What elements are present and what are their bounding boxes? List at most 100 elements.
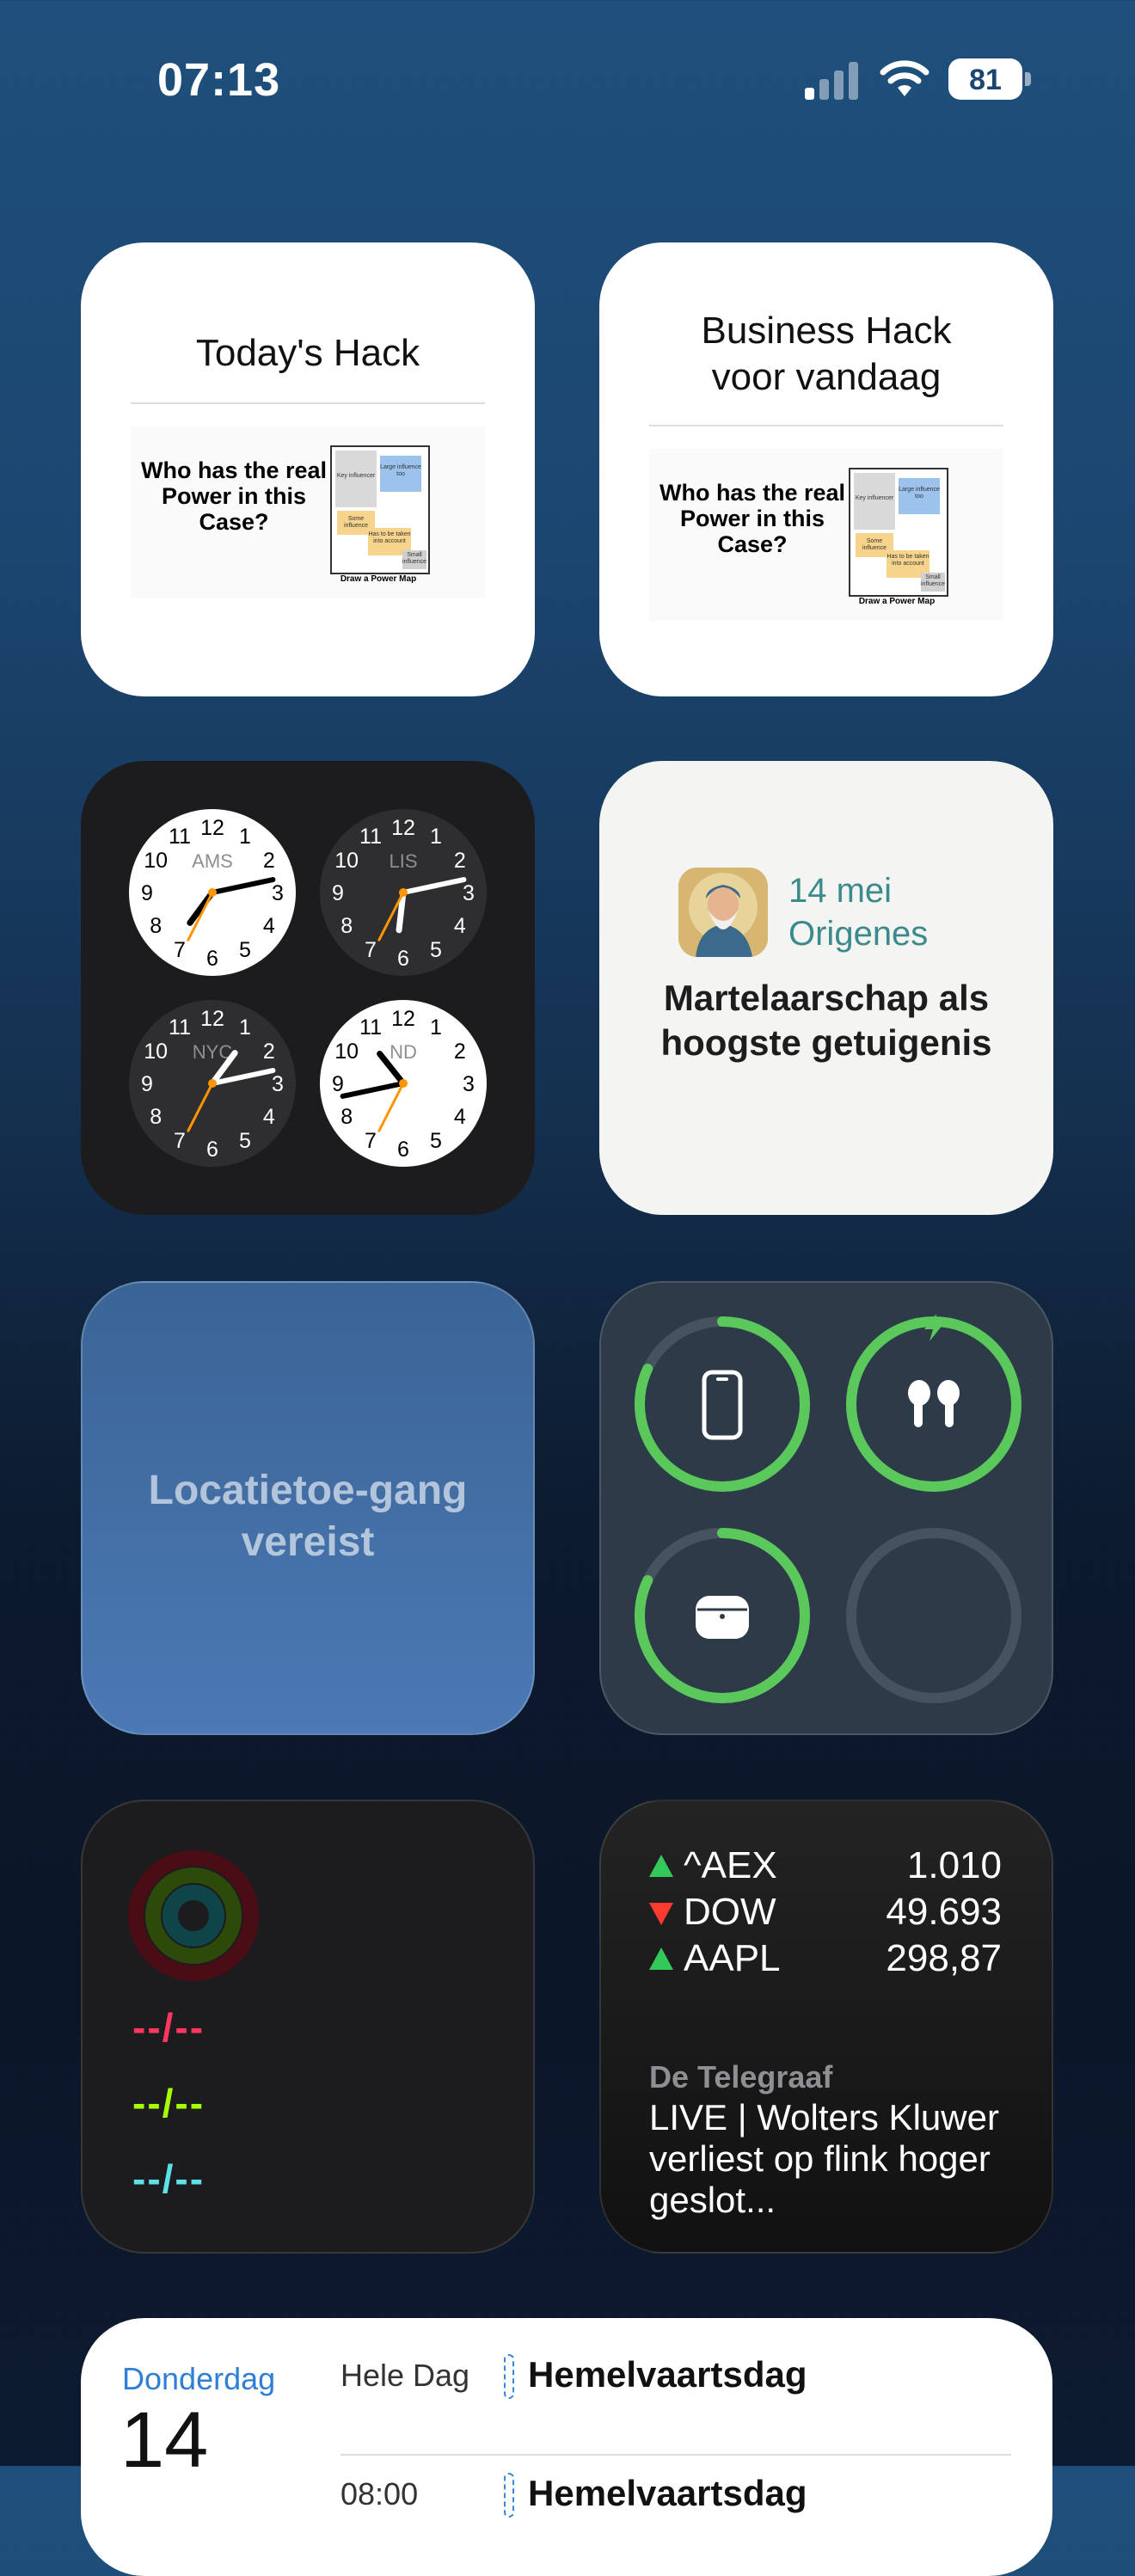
news-headline[interactable]: LIVE | Wolters Kluwer verliest op flink …	[649, 2097, 1017, 2221]
clock-nd: 1 2 3 4 5 6 7 8 9 10 11 12 ND	[320, 1000, 487, 1167]
svg-text:6: 6	[397, 1138, 409, 1162]
location-access-message: Locatietoe-gang vereist	[148, 1468, 468, 1565]
calendar-day-number: 14	[120, 2396, 209, 2484]
svg-text:4: 4	[263, 1105, 275, 1129]
svg-text:6: 6	[206, 947, 218, 971]
event-color-bar	[504, 2473, 514, 2518]
calendar-event[interactable]: 08:00 Hemelvaartsdag	[340, 2469, 1028, 2521]
exercise-stat: --/--	[132, 2081, 206, 2125]
trend-up-icon	[649, 1855, 673, 1877]
widget-title-line1: Business Hack	[701, 310, 952, 352]
svg-text:8: 8	[340, 1105, 353, 1129]
todays-hack-widget[interactable]: Today's Hack Who has the real Power in t…	[81, 242, 535, 696]
image-question: Who has the real Power in this Case?	[659, 480, 846, 557]
svg-text:5: 5	[430, 1129, 442, 1153]
svg-text:4: 4	[454, 1105, 466, 1129]
svg-text:5: 5	[239, 1129, 251, 1153]
image-caption: Draw a Power Map	[340, 574, 417, 584]
svg-text:7: 7	[365, 1129, 377, 1153]
svg-text:3: 3	[463, 881, 475, 905]
svg-text:10: 10	[334, 849, 359, 873]
battery-level: 81	[969, 64, 1002, 96]
svg-text:11: 11	[359, 825, 382, 849]
calendar-widget[interactable]: Donderdag 14 Hele Dag Hemelvaartsdag 08:…	[81, 2318, 1052, 2576]
stock-row[interactable]: ^AEX 1.010	[649, 1844, 1002, 1891]
svg-text:8: 8	[340, 914, 353, 938]
stock-value: 1.010	[906, 1844, 1002, 1886]
batteries-widget[interactable]	[599, 1281, 1053, 1735]
svg-text:3: 3	[272, 1072, 284, 1096]
battery-ring-airpods-case-icon	[635, 1528, 810, 1703]
fitness-widget[interactable]: --/-- --/-- --/--	[81, 1800, 535, 2254]
saint-date: 14 mei	[788, 872, 893, 910]
svg-text:6: 6	[206, 1138, 218, 1162]
saint-of-the-day-widget[interactable]: 14 mei Origenes Martelaarschap als hoogs…	[599, 761, 1053, 1215]
widget-title: Today's Hack	[195, 332, 420, 374]
news-source: De Telegraaf	[649, 2059, 833, 2095]
svg-text:11: 11	[169, 1015, 191, 1040]
move-stat: --/--	[132, 2005, 206, 2050]
stock-symbol: AAPL	[684, 1937, 781, 1979]
svg-text:10: 10	[334, 1040, 359, 1064]
stock-value: 49.693	[886, 1891, 1002, 1933]
stock-row[interactable]: DOW 49.693	[649, 1891, 1002, 1937]
svg-text:7: 7	[365, 938, 377, 962]
svg-text:8: 8	[150, 914, 162, 938]
clock-lis: 1 2 3 4 5 6 7 8 9 10 11 12 LIS	[320, 809, 487, 976]
svg-text:9: 9	[141, 1072, 153, 1096]
calendar-event[interactable]: Hele Dag Hemelvaartsdag	[340, 2351, 1028, 2402]
stock-row[interactable]: AAPL 298,87	[649, 1937, 1002, 1984]
svg-text:7: 7	[174, 938, 186, 962]
svg-text:9: 9	[332, 881, 344, 905]
battery-ring-empty-slot	[846, 1528, 1022, 1703]
widget-title-line2: voor vandaag	[711, 356, 942, 398]
saint-name: Origenes	[788, 915, 929, 953]
weather-widget[interactable]: Locatietoe-gang vereist	[81, 1281, 535, 1735]
saint-quote: Martelaarschap als hoogste getuigenis	[660, 978, 992, 1063]
svg-text:1: 1	[430, 1015, 442, 1040]
event-title: Hemelvaartsdag	[528, 2473, 807, 2513]
svg-text:4: 4	[263, 914, 275, 938]
svg-text:3: 3	[272, 881, 284, 905]
airpods-icon	[908, 1380, 960, 1427]
image-caption: Draw a Power Map	[858, 597, 936, 606]
battery-ring-iphone-icon	[635, 1316, 810, 1492]
clock-city-label: LIS	[389, 850, 417, 872]
clock-city-label: AMS	[192, 850, 233, 872]
svg-text:5: 5	[239, 938, 251, 962]
clock-city-label: ND	[390, 1041, 417, 1063]
svg-text:9: 9	[141, 881, 153, 905]
stock-symbol: ^AEX	[684, 1844, 777, 1886]
power-map-image: Who has the real Power in this Case? Key…	[131, 426, 485, 598]
power-map-diagram: Key influencer Large influence too Some …	[330, 445, 430, 574]
svg-text:7: 7	[174, 1129, 186, 1153]
trend-up-icon	[649, 1947, 673, 1970]
battery-ring-airpods-icon	[846, 1314, 1022, 1492]
cellular-signal-icon	[805, 60, 860, 100]
svg-text:5: 5	[430, 938, 442, 962]
stocks-widget[interactable]: ^AEX 1.010 DOW 49.693 AAPL 298,87 De Tel…	[599, 1800, 1053, 2254]
event-time: Hele Dag	[340, 2358, 470, 2393]
svg-text:11: 11	[359, 1015, 382, 1040]
svg-text:1: 1	[239, 825, 251, 849]
svg-text:1: 1	[239, 1015, 251, 1040]
clock-ams: 1 2 3 4 5 6 7 8 9 10 11 12 AMS	[129, 809, 296, 976]
svg-text:6: 6	[397, 947, 409, 971]
svg-text:4: 4	[454, 914, 466, 938]
clock-nyc: 1 2 3 4 5 6 7 8 9 10 11 12 NYC	[129, 1000, 296, 1167]
svg-text:11: 11	[169, 825, 191, 849]
world-clock-widget[interactable]: 1 2 3 4 5 6 7 8 9 10 11 12 AMS 1 2 3 4 5 6 7 8 9 10 11 12 LIS 1 2 3 4…	[81, 761, 535, 1215]
trend-down-icon	[649, 1903, 673, 1925]
svg-text:12: 12	[391, 1007, 415, 1031]
business-hack-widget[interactable]: Business Hack voor vandaag Who has the r…	[599, 242, 1053, 696]
saint-portrait-icon	[678, 868, 768, 957]
svg-text:12: 12	[391, 816, 415, 840]
iphone-icon	[702, 1370, 743, 1440]
power-map-image: Who has the real Power in this Case? Key…	[649, 449, 1003, 621]
svg-text:2: 2	[454, 849, 466, 873]
activity-rings-icon	[128, 1850, 259, 1981]
event-time: 08:00	[340, 2476, 419, 2512]
svg-text:2: 2	[454, 1040, 466, 1064]
battery-indicator: 81	[948, 58, 1031, 100]
wifi-icon	[880, 60, 929, 96]
